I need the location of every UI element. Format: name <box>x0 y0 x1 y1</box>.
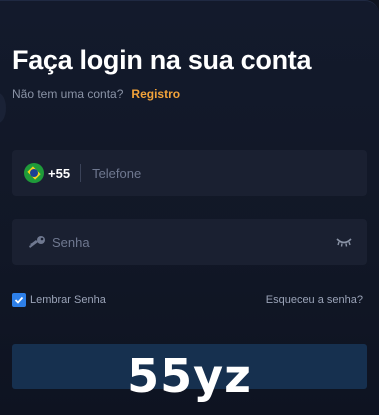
password-field[interactable] <box>12 219 367 265</box>
remember-checkbox[interactable] <box>12 293 26 307</box>
forgot-password-link[interactable]: Esqueceu a senha? <box>266 294 363 306</box>
password-input[interactable] <box>52 234 322 250</box>
phone-field[interactable]: +55 <box>12 150 367 196</box>
brazil-flag-icon[interactable] <box>24 163 44 183</box>
check-icon <box>14 296 24 304</box>
remember-password[interactable]: Lembrar Senha <box>12 293 106 307</box>
login-button[interactable] <box>12 344 367 389</box>
side-tab-edge <box>0 93 6 123</box>
eye-closed-icon[interactable] <box>335 236 353 248</box>
key-icon <box>29 236 45 248</box>
login-card: Faça login na sua conta Não tem uma cont… <box>0 0 379 415</box>
country-code[interactable]: +55 <box>48 166 70 181</box>
no-account-text: Não tem uma conta? <box>12 87 124 101</box>
page-title: Faça login na sua conta <box>12 45 312 75</box>
remember-label: Lembrar Senha <box>30 294 106 306</box>
phone-input[interactable] <box>92 165 333 181</box>
phone-divider <box>80 164 82 182</box>
register-prompt: Não tem uma conta? Registro <box>12 87 180 101</box>
register-link[interactable]: Registro <box>131 87 180 101</box>
